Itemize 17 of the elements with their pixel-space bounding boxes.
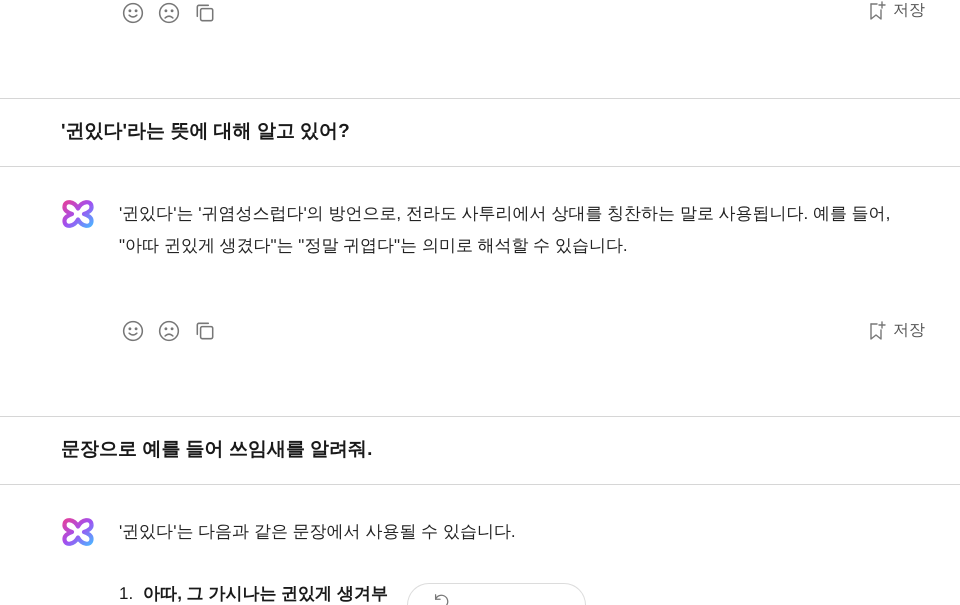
question-text: '귄있다'라는 뜻에 대해 알고 있어?	[61, 120, 350, 144]
logo-icon	[61, 515, 95, 549]
question-text: 문장으로 예를 들어 쓰임새를 알려줘.	[61, 438, 372, 462]
frown-icon[interactable]	[158, 320, 180, 342]
logo-icon	[61, 197, 95, 231]
list-number: 1.	[119, 583, 134, 605]
save-button[interactable]: 저장	[867, 0, 925, 23]
smile-icon[interactable]	[122, 320, 144, 342]
list-item-text: 아따, 그 가시나는 귄있게 생겨부	[143, 583, 388, 605]
undo-icon[interactable]	[432, 592, 450, 605]
smile-icon[interactable]	[122, 2, 144, 24]
answer-text: '귄있다'는 다음과 같은 문장에서 사용될 수 있습니다.	[119, 521, 516, 543]
answer-text: '귄있다'는 '귀염성스럽다'의 방언으로, 전라도 사투리에서 상대를 칭찬하는 말로 사용됩니다. 예를 들어, "아따 귄있게 생겼다"는 "정말 귀엽다"는 의미로 해석할 수 있습니다.	[119, 203, 892, 257]
frown-icon[interactable]	[158, 2, 180, 24]
copy-icon[interactable]	[194, 2, 216, 24]
save-button[interactable]: 저장	[867, 319, 925, 343]
copy-icon[interactable]	[194, 320, 216, 342]
